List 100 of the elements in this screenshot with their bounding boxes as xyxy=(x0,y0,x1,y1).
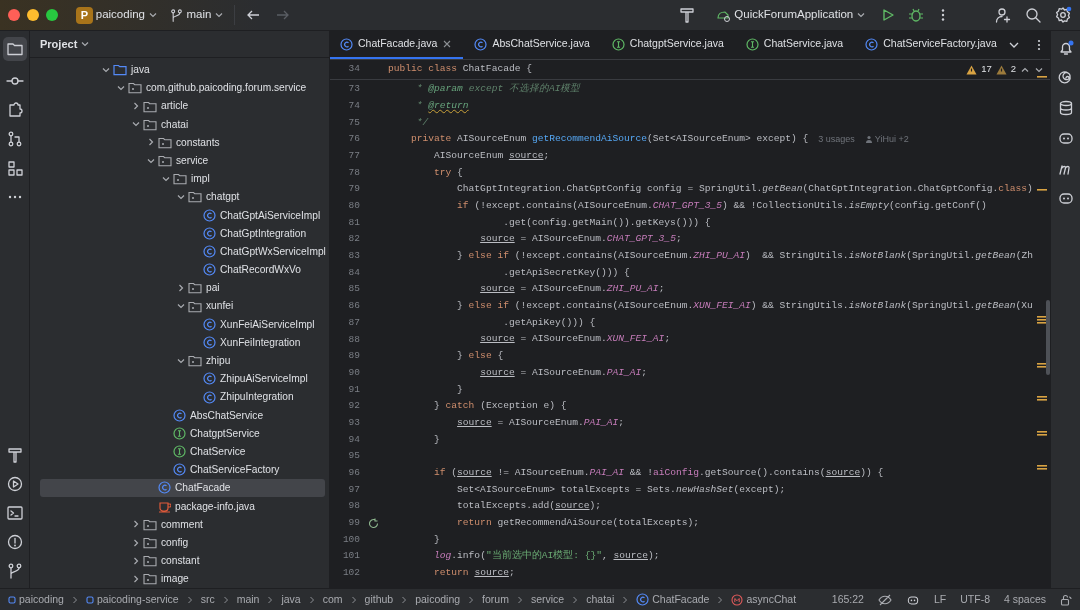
tree-item[interactable]: ChatGptIntegration xyxy=(40,224,325,243)
warning-stripe-marker[interactable] xyxy=(1037,396,1047,402)
breadcrumb[interactable]: java xyxy=(281,591,301,608)
tree-item[interactable]: ZhipuAiServiceImpl xyxy=(40,369,325,388)
tree-item[interactable]: service xyxy=(40,151,325,170)
tree-item[interactable]: ChatServiceFactory xyxy=(40,460,325,479)
code-line: } xyxy=(433,432,440,447)
branch-selector[interactable]: main xyxy=(168,6,225,24)
run-configuration-selector[interactable]: QuickForumApplication xyxy=(715,6,866,24)
code-line: AISourceEnum source; xyxy=(433,148,550,163)
tree-item[interactable]: ChatService xyxy=(40,442,325,461)
window-control-button[interactable] xyxy=(27,9,39,21)
file-encoding[interactable]: UTF-8 xyxy=(960,591,990,608)
collapsed-chevron-icon[interactable] xyxy=(131,101,141,112)
package-folder-icon xyxy=(128,81,142,95)
collapsed-chevron-icon[interactable] xyxy=(131,573,141,584)
collapsed-chevron-icon[interactable] xyxy=(131,555,141,566)
package-folder-icon xyxy=(143,99,157,113)
breadcrumb[interactable]: src xyxy=(200,591,215,608)
window-control-button[interactable] xyxy=(46,9,58,21)
settings-icon[interactable] xyxy=(1054,6,1072,24)
collapsed-chevron-icon[interactable] xyxy=(131,519,141,530)
tree-item[interactable]: ChatRecordWxVo xyxy=(40,260,325,279)
tree-item[interactable]: package-info.java xyxy=(40,497,325,516)
problems-icon[interactable] xyxy=(5,533,24,551)
structure-icon[interactable] xyxy=(5,159,24,177)
warning-stripe-marker[interactable] xyxy=(1037,316,1047,325)
tree-item[interactable]: constant xyxy=(40,551,325,570)
tree-item[interactable]: image xyxy=(40,569,325,588)
tree-item[interactable]: impl xyxy=(40,169,325,188)
tree-item[interactable]: XunFeiIntegration xyxy=(40,333,325,352)
lock-icon[interactable] xyxy=(1060,593,1072,606)
tree-item[interactable]: chatai xyxy=(40,115,325,134)
line-number: 90 xyxy=(347,365,360,380)
tree-item[interactable]: config xyxy=(40,533,325,552)
recursion-icon[interactable] xyxy=(367,517,379,529)
indent-setting[interactable]: 4 spaces xyxy=(1003,591,1046,608)
tree-item[interactable]: article xyxy=(40,96,325,116)
editor-tab[interactable]: ChatFacade.java xyxy=(330,31,464,59)
line-number: 96 xyxy=(347,466,360,481)
tree-item[interactable]: ChatgptService xyxy=(40,424,325,443)
warning-stripe-marker[interactable] xyxy=(1037,189,1047,192)
warning-stripe-marker[interactable] xyxy=(1037,363,1047,369)
breadcrumb[interactable]: asyncChat xyxy=(731,591,797,608)
tree-item[interactable]: chatgpt xyxy=(40,187,325,207)
editor-tab[interactable]: AbsChatService.java xyxy=(463,31,601,59)
weak-warning-icon[interactable] xyxy=(995,64,1007,75)
no-inspections-icon[interactable] xyxy=(877,593,892,606)
collapsed-chevron-icon[interactable] xyxy=(131,537,141,548)
inlay-hint[interactable]: 3 usages xyxy=(818,132,855,147)
warning-stripe-marker[interactable] xyxy=(1037,465,1047,471)
breadcrumb[interactable]: main xyxy=(236,591,260,608)
tree-item[interactable]: xunfei xyxy=(40,297,325,316)
warning-stripe-marker[interactable] xyxy=(1037,76,1047,79)
hammer-icon[interactable] xyxy=(5,446,24,464)
tree-item[interactable]: zhipu xyxy=(40,351,325,370)
breadcrumb[interactable]: ChatFacade xyxy=(636,591,710,608)
tree-item[interactable]: pai xyxy=(40,278,325,297)
tree-item[interactable]: ChatGptWxServiceImpl xyxy=(40,242,325,261)
project-view-selector[interactable]: Project xyxy=(40,35,91,53)
cursor-position[interactable]: 165:22 xyxy=(831,591,864,608)
tree-item[interactable]: XunFeiAiServiceImpl xyxy=(40,315,325,334)
breadcrumb[interactable]: paicoding-service xyxy=(85,591,179,608)
project-tool-button[interactable] xyxy=(2,37,27,61)
tree-item[interactable]: ChatFacade xyxy=(40,478,325,498)
run-services-icon[interactable] xyxy=(5,475,24,493)
author-hint[interactable]: YiHui +2 xyxy=(864,132,909,147)
scrollbar-thumb[interactable] xyxy=(1046,300,1050,375)
warning-icon[interactable] xyxy=(966,64,978,75)
editor-tab[interactable]: ChatServiceFactory.java xyxy=(854,31,1008,59)
tree-item[interactable]: ZhipuIntegration xyxy=(40,387,325,407)
debug-bug-icon[interactable] xyxy=(908,7,924,23)
collapsed-chevron-icon[interactable] xyxy=(146,137,156,148)
breadcrumb[interactable]: chatai xyxy=(586,591,615,608)
add-user-icon[interactable] xyxy=(994,6,1012,24)
hammer-icon[interactable] xyxy=(677,6,696,24)
breadcrumb[interactable]: paicoding xyxy=(8,591,64,608)
tree-item[interactable]: java xyxy=(40,60,325,79)
tree-item[interactable]: comment xyxy=(40,515,325,534)
project-switcher[interactable]: P paicoding xyxy=(76,6,158,24)
code-line: } catch (Exception e) { xyxy=(433,399,567,414)
line-separator[interactable]: LF xyxy=(933,591,947,608)
tree-item[interactable]: AbsChatService xyxy=(40,406,325,425)
window-control-button[interactable] xyxy=(8,9,20,21)
collapsed-chevron-icon[interactable] xyxy=(176,282,186,293)
run-icon[interactable] xyxy=(880,7,896,23)
tree-item[interactable]: constants xyxy=(40,133,325,152)
search-icon[interactable] xyxy=(1024,6,1042,24)
tree-item[interactable]: com.github.paicoding.forum.service xyxy=(40,78,325,97)
warning-stripe-marker[interactable] xyxy=(1037,431,1047,437)
breadcrumb[interactable]: service xyxy=(530,591,565,608)
editor-tab[interactable]: ChatgptService.java xyxy=(600,31,735,59)
editor-tab[interactable]: ChatService.java xyxy=(734,31,855,59)
close-icon[interactable] xyxy=(442,39,453,49)
terminal-icon[interactable] xyxy=(5,504,24,522)
tree-item[interactable]: ChatGptAiServiceImpl xyxy=(40,206,325,225)
breadcrumb[interactable]: com xyxy=(322,591,343,608)
breadcrumb[interactable]: github xyxy=(364,591,394,608)
breadcrumb[interactable]: paicoding xyxy=(415,591,461,608)
breadcrumb[interactable]: forum xyxy=(482,591,509,608)
